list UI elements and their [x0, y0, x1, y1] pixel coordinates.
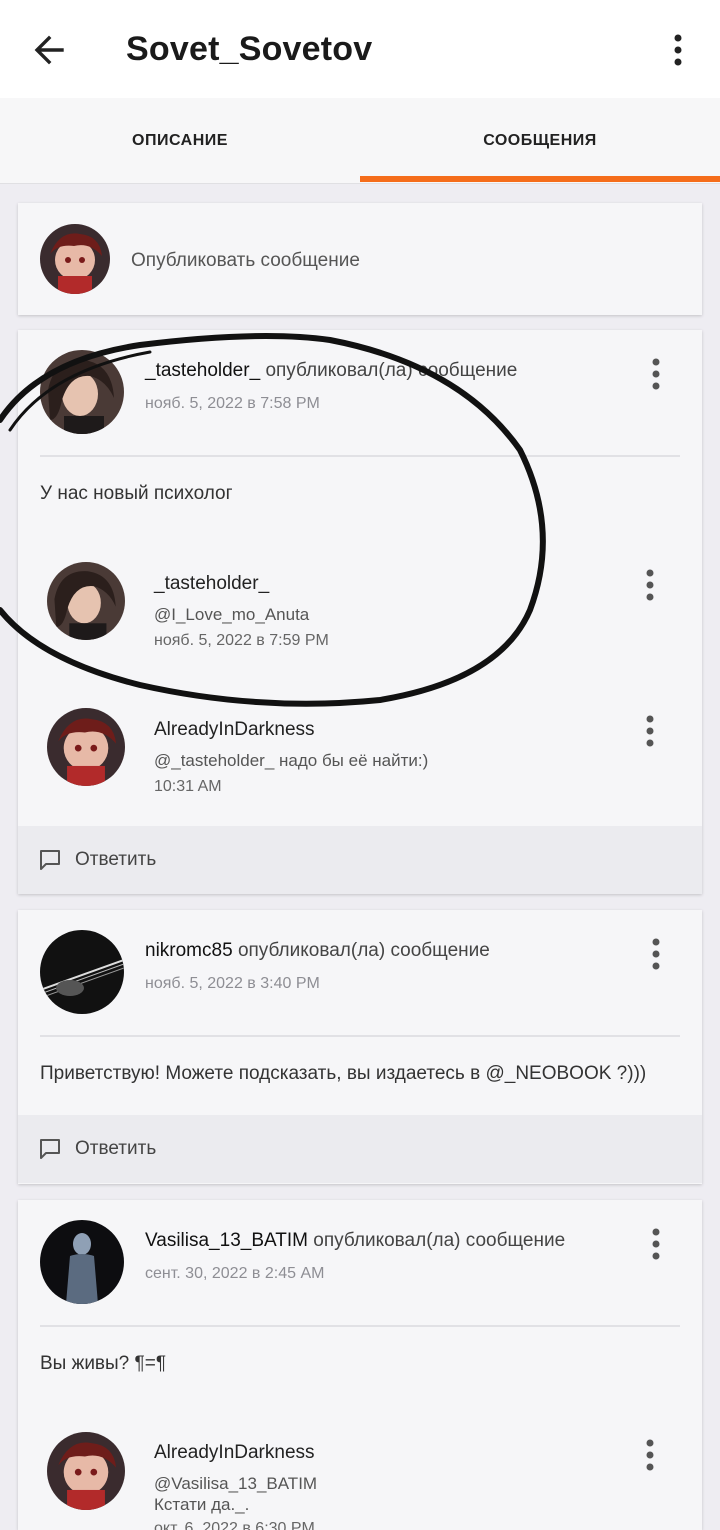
post-card: Vasilisa_13_BATIM опубликовал(ла) сообще…	[18, 1200, 702, 1530]
post-author[interactable]: Vasilisa_13_BATIM	[145, 1230, 308, 1251]
post-body: Вы живы? ¶=¶	[40, 1353, 167, 1374]
avatar	[40, 224, 110, 294]
post-date: сент. 30, 2022 в 2:45 AM	[145, 1265, 325, 1282]
publish-message-input[interactable]: Опубликовать сообщение	[131, 250, 360, 272]
back-arrow-icon[interactable]	[30, 30, 70, 70]
post-body: Приветствую! Можете подсказать, вы издае…	[40, 1063, 647, 1084]
reply-text: @_tasteholder_ надо бы её найти:)	[154, 751, 429, 770]
avatar[interactable]	[40, 930, 124, 1014]
reply-label: Ответить	[75, 1138, 157, 1159]
post-date: нояб. 5, 2022 в 3:40 PM	[145, 975, 320, 992]
avatar[interactable]	[40, 350, 124, 434]
reply-button[interactable]: Ответить	[18, 1115, 702, 1183]
post-verb: опубликовал(ла) сообщение	[237, 940, 490, 961]
post-author-line: Vasilisa_13_BATIM опубликовал(ла) сообще…	[145, 1230, 565, 1252]
avatar[interactable]	[47, 1432, 125, 1510]
post-author-line: _tasteholder_ опубликовал(ла) сообщение	[145, 360, 517, 382]
post-card: _tasteholder_ опубликовал(ла) сообщение …	[18, 330, 702, 894]
more-vert-icon[interactable]	[640, 567, 660, 603]
divider	[40, 455, 680, 457]
divider	[40, 1325, 680, 1327]
post-body: У нас новый психолог	[40, 483, 233, 504]
post-verb: опубликовал(ла) сообщение	[265, 360, 518, 381]
tab-description[interactable]: ОПИСАНИЕ	[0, 98, 360, 184]
active-tab-indicator	[360, 176, 720, 182]
post-author-line: nikromc85 опубликовал(ла) сообщение	[145, 940, 490, 962]
comment-icon	[40, 850, 60, 870]
avatar[interactable]	[47, 708, 125, 786]
reply-text: @I_Love_mo_Anuta	[154, 605, 310, 624]
comment-icon	[40, 1139, 60, 1159]
reply-time: нояб. 5, 2022 в 7:59 PM	[154, 632, 329, 649]
post-date: нояб. 5, 2022 в 7:58 PM	[145, 395, 320, 412]
tab-bar: ОПИСАНИЕ СООБЩЕНИЯ	[0, 98, 720, 184]
tab-messages[interactable]: СООБЩЕНИЯ	[360, 98, 720, 184]
reply-author[interactable]: AlreadyInDarkness	[154, 1442, 315, 1464]
reply-time: окт. 6, 2022 в 6:30 PM	[154, 1520, 315, 1530]
post-author[interactable]: nikromc85	[145, 940, 233, 961]
more-vert-icon[interactable]	[666, 32, 690, 68]
page-title: Sovet_Sovetov	[126, 30, 373, 68]
app-bar: Sovet_Sovetov	[0, 0, 720, 98]
divider	[40, 1035, 680, 1037]
post-author[interactable]: _tasteholder_	[145, 360, 260, 381]
reply-text: Кстати да._.	[154, 1495, 250, 1514]
avatar[interactable]	[47, 562, 125, 640]
reply-time: 10:31 AM	[154, 778, 222, 795]
reply-button[interactable]: Ответить	[18, 826, 702, 894]
reply-text: @Vasilisa_13_BATIM	[154, 1474, 318, 1493]
avatar[interactable]	[40, 1220, 124, 1304]
more-vert-icon[interactable]	[646, 936, 666, 972]
post-card: nikromc85 опубликовал(ла) сообщение нояб…	[18, 910, 702, 1184]
composer-card[interactable]: Опубликовать сообщение	[18, 203, 702, 315]
reply-author[interactable]: _tasteholder_	[154, 573, 269, 595]
post-verb: опубликовал(ла) сообщение	[313, 1230, 566, 1251]
more-vert-icon[interactable]	[640, 713, 660, 749]
reply-label: Ответить	[75, 849, 157, 870]
more-vert-icon[interactable]	[646, 356, 666, 392]
reply-author[interactable]: AlreadyInDarkness	[154, 719, 315, 741]
more-vert-icon[interactable]	[646, 1226, 666, 1262]
more-vert-icon[interactable]	[640, 1437, 660, 1473]
